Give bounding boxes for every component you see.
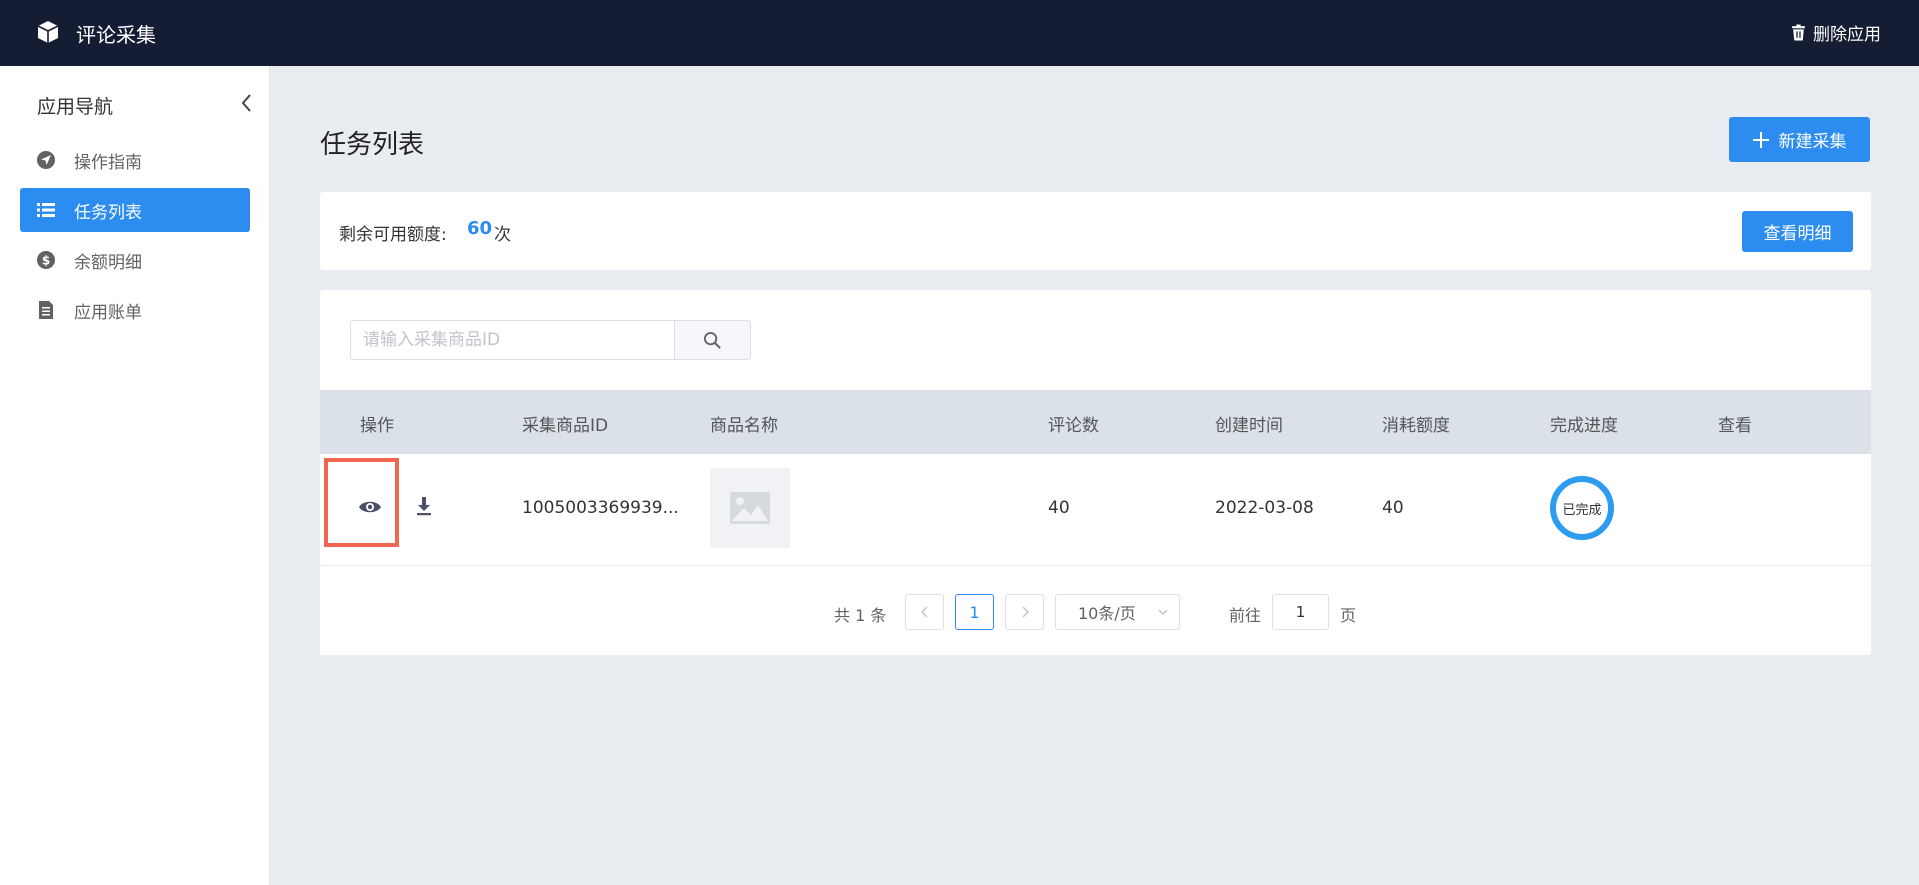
view-detail-button[interactable]: 查看明细	[1742, 211, 1853, 252]
cell-product-id: 1005003369939...	[522, 498, 679, 518]
trash-icon	[1792, 24, 1805, 41]
sidebar-item-tasks[interactable]: 任务列表	[20, 188, 250, 232]
column-header-cost: 消耗额度	[1382, 416, 1450, 436]
column-header-created: 创建时间	[1215, 416, 1283, 436]
chevron-left-icon	[920, 606, 928, 618]
chevron-down-icon	[1158, 609, 1168, 615]
page-number-current[interactable]: 1	[955, 594, 994, 630]
list-icon	[36, 200, 56, 220]
sidebar: 应用导航 操作指南 任务列表 $ 余额明细 应用账单	[0, 66, 270, 885]
search-input[interactable]	[350, 320, 676, 360]
table-header: 操作 采集商品ID 商品名称 评论数 创建时间 消耗额度 完成进度 查看	[320, 390, 1871, 454]
delete-app-label: 删除应用	[1813, 25, 1881, 45]
page-title: 任务列表	[320, 130, 425, 160]
task-list-card: 操作 采集商品ID 商品名称 评论数 创建时间 消耗额度 完成进度 查看 100…	[320, 290, 1871, 655]
new-collection-button[interactable]: 新建采集	[1729, 117, 1870, 162]
sidebar-item-label: 任务列表	[74, 202, 142, 223]
chevron-left-icon[interactable]	[238, 92, 256, 114]
sidebar-item-bills[interactable]: 应用账单	[20, 288, 250, 332]
sidebar-item-guide[interactable]: 操作指南	[20, 138, 250, 182]
sidebar-item-label: 应用账单	[74, 302, 142, 323]
app-title: 评论采集	[76, 23, 156, 47]
progress-circle: 已完成	[1550, 476, 1614, 540]
new-collection-label: 新建采集	[1778, 132, 1847, 152]
next-page-button[interactable]	[1005, 594, 1044, 630]
search-icon	[703, 331, 721, 349]
delete-app-button[interactable]: 删除应用	[1790, 20, 1881, 45]
column-header-actions: 操作	[360, 416, 394, 436]
page-size-value: 10条/页	[1078, 604, 1136, 623]
goto-label: 前往	[1229, 606, 1262, 625]
page-unit-label: 页	[1340, 606, 1357, 625]
download-icon[interactable]	[415, 496, 433, 516]
column-header-progress: 完成进度	[1550, 416, 1618, 436]
document-icon	[36, 300, 56, 320]
quota-label: 剩余可用额度:	[339, 225, 447, 245]
product-thumbnail	[710, 468, 790, 548]
page-size-select[interactable]: 10条/页	[1055, 594, 1180, 630]
sidebar-nav: 操作指南 任务列表 $ 余额明细 应用账单	[20, 138, 250, 338]
goto-page-input[interactable]	[1272, 594, 1329, 630]
dollar-icon: $	[36, 250, 56, 270]
pagination: 共 1 条 1 10条/页 前往 页	[320, 592, 1871, 632]
image-placeholder-icon	[730, 492, 770, 524]
sidebar-item-balance[interactable]: $ 余额明细	[20, 238, 250, 282]
plus-icon	[1752, 131, 1769, 148]
table-row: 1005003369939... 40 2022-03-08 40 已完成	[320, 454, 1871, 566]
sidebar-item-label: 余额明细	[74, 252, 142, 273]
eye-icon[interactable]	[358, 498, 382, 516]
pagination-total: 共 1 条	[834, 606, 887, 625]
search-button[interactable]	[674, 320, 751, 360]
compass-icon	[36, 150, 56, 170]
quota-value: 60	[467, 218, 493, 239]
chevron-right-icon	[1021, 606, 1029, 618]
sidebar-item-label: 操作指南	[74, 152, 142, 173]
sidebar-title: 应用导航	[37, 96, 114, 118]
cell-comments: 40	[1048, 498, 1070, 518]
cell-cost: 40	[1382, 498, 1404, 518]
top-bar: 评论采集 删除应用	[0, 0, 1919, 66]
cube-logo-icon	[37, 21, 59, 43]
cell-created: 2022-03-08	[1215, 498, 1314, 518]
quota-unit: 次	[494, 225, 511, 245]
column-header-product-name: 商品名称	[710, 416, 778, 436]
column-header-product-id: 采集商品ID	[522, 416, 609, 436]
column-header-comments: 评论数	[1048, 416, 1099, 436]
quota-card: 剩余可用额度: 60 次 查看明细	[320, 192, 1871, 270]
svg-text:$: $	[42, 254, 50, 268]
prev-page-button[interactable]	[905, 594, 944, 630]
column-header-view: 查看	[1718, 416, 1752, 436]
